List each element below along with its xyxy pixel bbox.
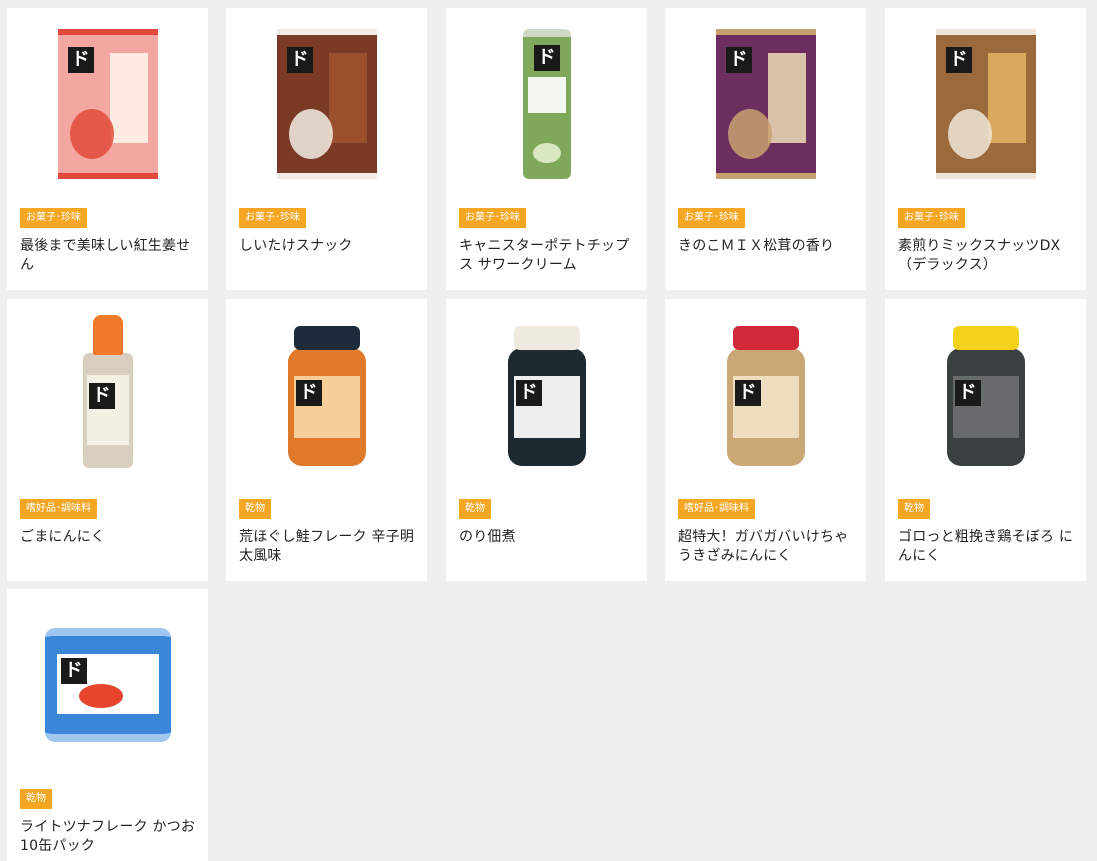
category-badge: お菓子･珍味 [239, 208, 306, 228]
product-bag-icon: ド [715, 29, 816, 179]
product-name[interactable]: 素煎りミックスナッツDX（デラックス） [898, 237, 1080, 275]
category-badge: 嗜好品･調味料 [20, 499, 97, 519]
do-mark-logo: ド [945, 47, 972, 73]
jar-lid [293, 326, 360, 350]
product-card[interactable]: ドお菓子･珍味しいたけスナック [226, 8, 427, 290]
do-mark-logo: ド [954, 380, 981, 406]
product-image[interactable]: ド [665, 8, 866, 200]
product-card[interactable]: ド乾物のり佃煮 [446, 299, 647, 581]
category-badge: 乾物 [459, 499, 491, 519]
chip-image [532, 143, 561, 163]
product-bag-icon: ド [57, 29, 158, 179]
product-label [527, 77, 566, 113]
product-jar-icon: ド [287, 326, 366, 466]
product-card[interactable]: ド乾物荒ほぐし鮭フレーク 辛子明太風味 [226, 299, 427, 581]
product-name[interactable]: のり佃煮 [459, 528, 641, 547]
jar-lid [513, 326, 580, 350]
product-jar-icon: ド [726, 326, 805, 466]
product-image[interactable]: ド [7, 589, 208, 781]
product-image[interactable]: ド [885, 8, 1086, 200]
product-window [288, 109, 333, 159]
product-card[interactable]: ド嗜好品･調味料ごまにんにく [7, 299, 208, 581]
product-window [947, 109, 992, 159]
product-label [987, 53, 1026, 143]
product-image[interactable]: ド [665, 299, 866, 491]
do-mark-logo: ド [533, 45, 560, 71]
category-badge: 嗜好品･調味料 [678, 499, 755, 519]
do-mark-logo: ド [295, 380, 322, 406]
product-jar-icon: ド [946, 326, 1025, 466]
product-bag-icon: ド [935, 29, 1036, 179]
product-name[interactable]: 最後まで美味しい紅生姜せん [20, 237, 202, 275]
do-mark-logo: ド [515, 380, 542, 406]
product-image[interactable]: ド [7, 8, 208, 200]
product-card[interactable]: ド乾物ゴロっと粗挽き鶏そぼろ にんにく [885, 299, 1086, 581]
product-label [328, 53, 367, 143]
product-name[interactable]: ゴロっと粗挽き鶏そぼろ にんにく [898, 528, 1080, 566]
do-mark-logo: ド [286, 47, 313, 73]
category-badge: お菓子･珍味 [459, 208, 526, 228]
do-mark-logo: ド [88, 382, 115, 409]
product-name[interactable]: 超特大！ガバガバいけちゃうきざみにんにく [678, 528, 860, 566]
category-badge: 乾物 [20, 789, 52, 809]
product-bag-icon: ド [276, 29, 377, 179]
product-name[interactable]: ライトツナフレーク かつお 10缶パック [20, 818, 202, 856]
product-name[interactable]: ごまにんにく [20, 528, 202, 547]
category-badge: お菓子･珍味 [678, 208, 745, 228]
bottle-cap [92, 314, 123, 355]
product-canister-icon: ド [522, 29, 571, 179]
product-card[interactable]: ドお菓子･珍味きのこＭＩＸ松茸の香り [665, 8, 866, 290]
product-bottle-icon: ド [82, 314, 133, 468]
product-card[interactable]: ド乾物ライトツナフレーク かつお 10缶パック [7, 589, 208, 861]
product-window [69, 109, 114, 159]
product-card[interactable]: ドお菓子･珍味素煎りミックスナッツDX（デラックス） [885, 8, 1086, 290]
product-cans-icon: ド [44, 628, 171, 742]
do-mark-logo: ド [60, 658, 87, 684]
product-label [767, 53, 806, 143]
product-image[interactable]: ド [446, 299, 647, 491]
do-mark-logo: ド [725, 47, 752, 73]
product-card[interactable]: ドお菓子･珍味最後まで美味しい紅生姜せん [7, 8, 208, 290]
tuna-image [78, 684, 123, 708]
product-card[interactable]: ド嗜好品･調味料超特大！ガバガバいけちゃうきざみにんにく [665, 299, 866, 581]
do-mark-logo: ド [734, 380, 761, 406]
product-name[interactable]: しいたけスナック [239, 237, 421, 256]
do-mark-logo: ド [67, 47, 94, 73]
jar-lid [732, 326, 799, 350]
product-grid: ドお菓子･珍味 最後まで美味しい紅生姜せんドお菓子･珍味 しいたけスナックドお菓子･… [0, 0, 1097, 861]
product-image[interactable]: ド [226, 299, 427, 491]
product-image[interactable]: ド [7, 299, 208, 491]
product-name[interactable]: きのこＭＩＸ松茸の香り [678, 237, 860, 256]
product-label [109, 53, 148, 143]
product-name[interactable]: 荒ほぐし鮭フレーク 辛子明太風味 [239, 528, 421, 566]
product-card[interactable]: ドお菓子･珍味キャニスターポテトチップス サワークリーム [446, 8, 647, 290]
category-badge: 乾物 [239, 499, 271, 519]
category-badge: 乾物 [898, 499, 930, 519]
category-badge: お菓子･珍味 [20, 208, 87, 228]
product-image[interactable]: ド [446, 8, 647, 200]
jar-lid [952, 326, 1019, 350]
product-image[interactable]: ド [226, 8, 427, 200]
product-jar-icon: ド [507, 326, 586, 466]
product-name[interactable]: キャニスターポテトチップス サワークリーム [459, 237, 641, 275]
product-window [727, 109, 772, 159]
category-badge: お菓子･珍味 [898, 208, 965, 228]
product-image[interactable]: ド [885, 299, 1086, 491]
